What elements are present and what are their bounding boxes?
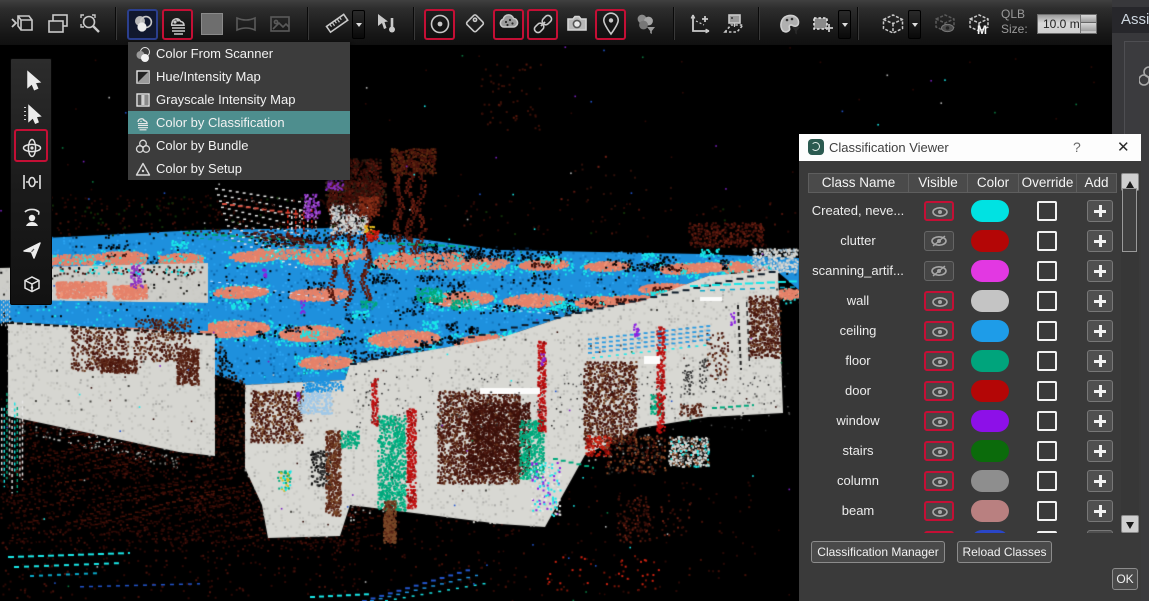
svg-text:M: M: [977, 23, 987, 37]
